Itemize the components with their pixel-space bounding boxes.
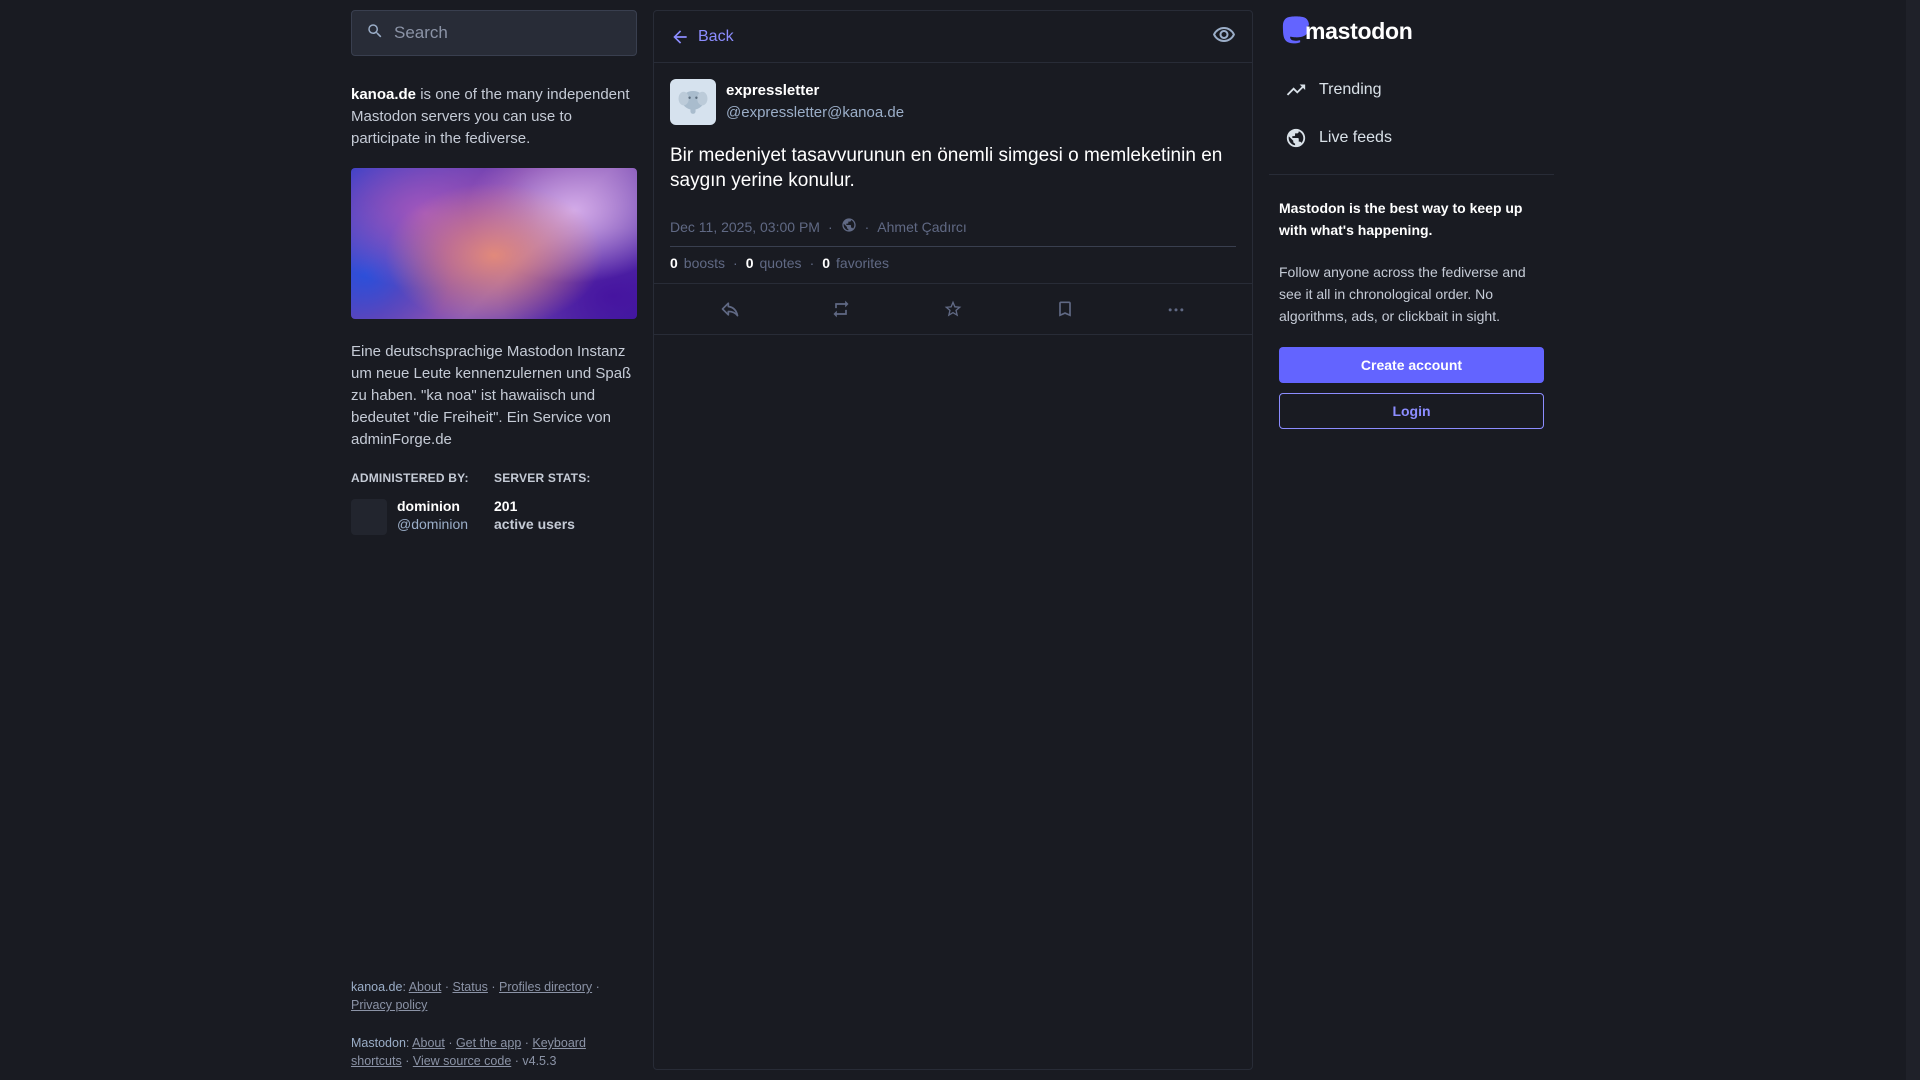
author-display-name[interactable]: expressletter <box>726 81 904 101</box>
footer-version: v4.5.3 <box>522 1054 557 1068</box>
bookmark-button[interactable] <box>1045 289 1085 329</box>
star-icon <box>944 300 962 317</box>
footer-server-name: kanoa.de <box>351 980 403 994</box>
reply-button[interactable] <box>710 289 750 329</box>
footer-get-app-link[interactable]: Get the app <box>456 1036 521 1050</box>
globe-icon <box>1286 128 1306 148</box>
admin-account[interactable]: dominion @dominion <box>351 497 494 535</box>
nav-live-feeds[interactable]: Live feeds <box>1269 114 1554 162</box>
administered-by-block: ADMINISTERED BY: dominion @dominion <box>351 471 494 535</box>
admin-name[interactable]: dominion <box>397 497 468 515</box>
status-detail: expressletter @expressletter@kanoa.de Bi… <box>654 63 1252 283</box>
admin-handle: @dominion <box>397 516 469 532</box>
search-bar[interactable] <box>351 10 637 56</box>
elephant-avatar-icon <box>678 90 708 114</box>
status-counts: 0 boosts · 0 quotes · 0 favorites <box>670 247 1236 283</box>
boosts-link[interactable]: 0 boosts <box>670 255 725 271</box>
footer-server-links: kanoa.de: About · Status · Profiles dire… <box>351 980 600 1012</box>
footer-privacy-policy-link[interactable]: Privacy policy <box>351 998 427 1012</box>
boosts-count: 0 <box>670 255 678 271</box>
counts-separator: · <box>809 255 815 271</box>
logo-wordmark: mastodon <box>1305 17 1413 44</box>
mastodon-logo[interactable]: mastodon <box>1269 10 1554 52</box>
server-stats-block: SERVER STATS: 201 active users <box>494 471 637 535</box>
back-label: Back <box>698 27 734 45</box>
signup-panel: Mastodon is the best way to keep up with… <box>1269 175 1554 429</box>
active-users-count: 201 <box>494 498 518 514</box>
footer-mastodon-name: Mastodon <box>351 1036 406 1050</box>
server-description: Eine deutschsprachige Mastodon Instanz u… <box>351 343 632 448</box>
nav-trending[interactable]: Trending <box>1269 66 1554 114</box>
right-sidebar: mastodon Trending Live feeds Mastodon is… <box>1269 10 1554 429</box>
reply-icon <box>721 302 739 317</box>
administered-by-label: ADMINISTERED BY: <box>351 471 469 485</box>
footer-about-link[interactable]: About <box>409 980 442 994</box>
footer-mastodon-links: Mastodon: About · Get the app · Keyboard… <box>351 1036 586 1068</box>
author-handle: @expressletter@kanoa.de <box>726 104 905 121</box>
footer-profiles-directory-link[interactable]: Profiles directory <box>499 980 592 994</box>
server-hero-image <box>351 168 637 319</box>
status-column: Back expressletter @expressletter@kanoa.… <box>653 10 1253 1070</box>
create-account-button[interactable]: Create account <box>1279 347 1544 383</box>
boost-icon <box>833 300 849 318</box>
status-content: Bir medeniyet tasavvurunun en önemli sim… <box>670 145 1223 191</box>
nav-trending-label: Trending <box>1319 81 1382 98</box>
meta-separator: · <box>827 218 833 235</box>
footer-status-link[interactable]: Status <box>452 980 487 994</box>
footer-view-source-link[interactable]: View source code <box>413 1054 511 1068</box>
login-button[interactable]: Login <box>1279 393 1544 429</box>
server-domain: kanoa.de <box>351 86 417 103</box>
status-author[interactable]: expressletter @expressletter@kanoa.de <box>670 79 1236 125</box>
admin-avatar[interactable] <box>351 499 387 535</box>
boosts-label: boosts <box>683 255 726 271</box>
author-avatar[interactable] <box>670 79 716 125</box>
navigation: Trending Live feeds <box>1269 66 1554 175</box>
signup-text: Follow anyone across the fediverse and s… <box>1279 264 1526 324</box>
active-users-label: active users <box>494 516 575 532</box>
status-timestamp[interactable]: Dec 11, 2025, 03:00 PM <box>670 219 820 235</box>
server-intro: kanoa.de is one of the many independent … <box>351 84 637 150</box>
footer-mastodon-about-link[interactable]: About <box>412 1036 445 1050</box>
favorites-label: favorites <box>836 255 889 271</box>
favorite-button[interactable] <box>933 289 973 329</box>
meta-separator: · <box>864 218 870 235</box>
footer: kanoa.de: About · Status · Profiles dire… <box>351 978 637 1070</box>
favorites-count: 0 <box>822 255 831 271</box>
boost-button[interactable] <box>821 289 861 329</box>
trending-up-icon <box>1286 84 1306 96</box>
search-icon <box>366 22 384 44</box>
favorites-link[interactable]: 0 favorites <box>822 255 889 271</box>
search-input[interactable] <box>394 23 614 43</box>
more-button[interactable] <box>1156 289 1196 329</box>
server-stats-label: SERVER STATS: <box>494 471 591 485</box>
nav-live-feeds-label: Live feeds <box>1319 129 1392 146</box>
admin-stats-section: ADMINISTERED BY: dominion @dominion SERV… <box>351 471 637 535</box>
status-action-bar <box>654 283 1252 335</box>
left-sidebar: kanoa.de is one of the many independent … <box>351 10 637 1070</box>
signup-title: Mastodon is the best way to keep up with… <box>1279 200 1523 238</box>
eye-icon[interactable] <box>1212 23 1236 51</box>
globe-icon <box>841 217 857 236</box>
quotes-link[interactable]: 0 quotes <box>746 255 802 271</box>
status-via-name[interactable]: Ahmet Çadırcı <box>877 219 966 235</box>
arrow-left-icon <box>673 29 687 44</box>
bookmark-icon <box>1058 301 1071 317</box>
column-header: Back <box>654 11 1252 63</box>
more-horizontal-icon <box>1168 308 1184 312</box>
page-scrollbar[interactable] <box>1906 0 1920 1080</box>
counts-separator: · <box>733 255 738 271</box>
status-meta: Dec 11, 2025, 03:00 PM · · Ahmet Çadırcı <box>670 217 1236 247</box>
quotes-label: quotes <box>759 255 802 271</box>
back-button[interactable]: Back <box>670 27 734 47</box>
quotes-count: 0 <box>745 255 754 271</box>
